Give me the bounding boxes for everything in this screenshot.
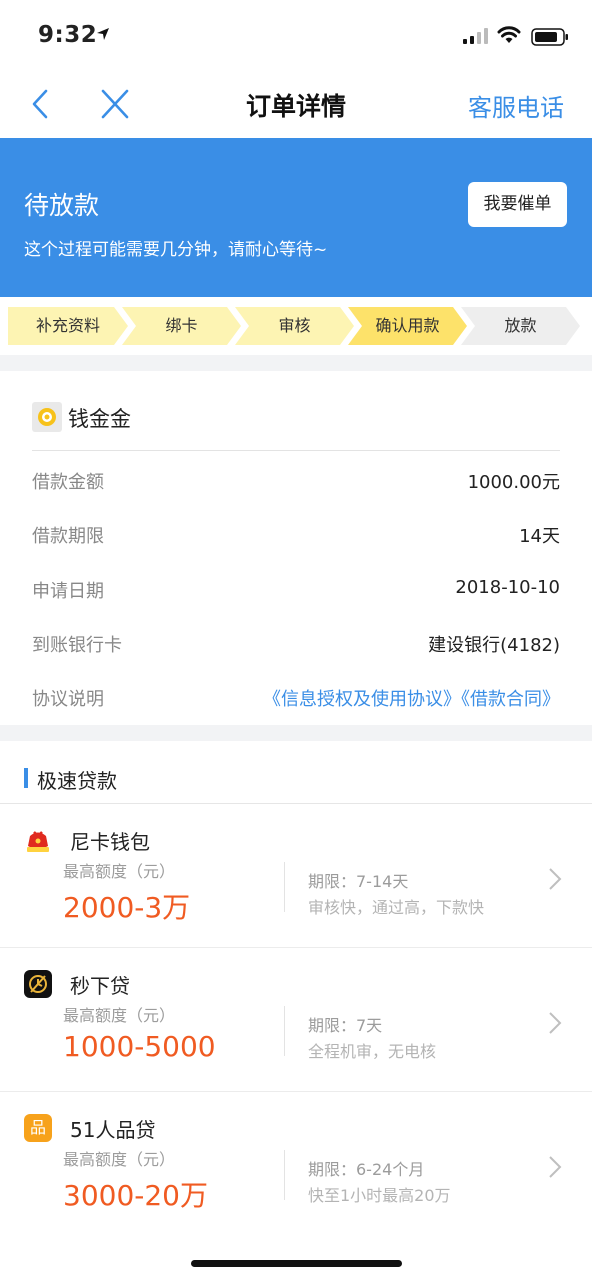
limit-label: 最高额度（元） [63,862,176,881]
loan-name: 秒下贷 [70,974,130,998]
wifi-icon [497,26,521,43]
detail-row-amount: 借款金额 1000.00元 [32,468,560,498]
limit-amount: 1000-5000 [63,1030,216,1063]
nav-bar: 订单详情 客服电话 [0,72,592,138]
section-accent-bar [24,768,28,788]
section-title: 极速贷款 [37,769,117,793]
row-label: 协议说明 [32,689,104,710]
cellular-signal-icon [463,28,488,44]
loan-features: 全程机审，无电核 [308,1042,437,1061]
row-label: 借款金额 [32,472,104,493]
loan-features: 审核快，通过高，下款快 [308,898,485,917]
loan-item-miaoxiadai[interactable]: 秒下贷 最高额度（元） 1000-5000 期限：7天 全程机审，无电核 [0,948,592,1092]
quick-loans-section: 极速贷款 尼卡钱包 最高额度（元） 2000-3万 期限：7-14天 审核快，通… [0,741,592,1280]
step-supplement-info: 补充资料 [35,316,100,335]
order-status-banner: 待放款 这个过程可能需要几分钟，请耐心等待~ 我要催单 [0,138,592,297]
status-time: 9:32 [38,22,98,48]
coin-icon [32,402,62,432]
urge-order-button[interactable]: 我要催单 [468,182,567,227]
limit-label: 最高额度（元） [63,1006,176,1025]
chevron-right-icon [549,1012,562,1034]
step-bind-card: 绑卡 [165,316,198,335]
loan-detail-card: 钱金金 借款金额 1000.00元 借款期限 14天 申请日期 2018-10-… [0,371,592,725]
row-label: 到账银行卡 [32,635,122,656]
row-value: 14天 [519,526,560,547]
limit-amount: 3000-20万 [63,1179,208,1212]
chevron-right-icon [549,868,562,890]
home-indicator[interactable] [191,1260,402,1267]
step-disburse: 放款 [504,316,537,335]
chevron-right-icon [549,1156,562,1178]
limit-amount: 2000-3万 [63,891,191,924]
loan-term: 期限：7-14天 [308,872,409,891]
loan-item-51-renpindai[interactable]: 品 51人品贷 最高额度（元） 3000-20万 期限：6-24个月 快至1小时… [0,1092,592,1236]
loan-term: 期限：6-24个月 [308,1160,425,1179]
red-bag-icon [24,826,52,854]
row-label: 申请日期 [32,581,104,602]
divider [284,1150,285,1200]
detail-row-agreement: 协议说明 《信息授权及使用协议》《借款合同》 [32,685,560,715]
row-label: 借款期限 [32,526,104,547]
loan-term: 期限：7天 [308,1016,383,1035]
loan-features: 快至1小时最高20万 [308,1186,451,1205]
loan-name: 尼卡钱包 [70,830,150,854]
lender-name: 钱金金 [68,407,131,431]
agreement-links[interactable]: 《信息授权及使用协议》《借款合同》 [263,685,560,711]
location-arrow-icon [97,28,109,40]
row-value: 2018-10-10 [455,577,560,598]
divider [32,450,560,451]
detail-row-bank-card: 到账银行卡 建设银行(4182) [32,631,560,661]
progress-steps: 补充资料 绑卡 审核 确认用款 放款 [0,297,592,355]
pin-logo-icon: 品 [24,1114,52,1142]
order-status-description: 这个过程可能需要几分钟，请耐心等待~ [24,240,328,260]
status-bar: 9:32 [0,0,592,72]
divider [284,1006,285,1056]
clock-arrow-icon [24,970,52,998]
section-gap [0,725,592,741]
loan-item-nika-wallet[interactable]: 尼卡钱包 最高额度（元） 2000-3万 期限：7-14天 审核快，通过高，下款… [0,804,592,948]
loan-name: 51人品贷 [70,1118,156,1142]
limit-label: 最高额度（元） [63,1150,176,1169]
divider [284,862,285,912]
order-status-title: 待放款 [24,191,100,220]
battery-icon [531,28,568,46]
step-confirm-use: 确认用款 [375,316,440,335]
row-value: 1000.00元 [467,472,560,493]
customer-service-phone-link[interactable]: 客服电话 [468,88,564,123]
section-gap [0,355,592,371]
detail-row-apply-date: 申请日期 2018-10-10 [32,577,560,607]
row-value: 建设银行(4182) [428,635,560,656]
detail-row-term: 借款期限 14天 [32,522,560,552]
step-review: 审核 [278,316,311,335]
